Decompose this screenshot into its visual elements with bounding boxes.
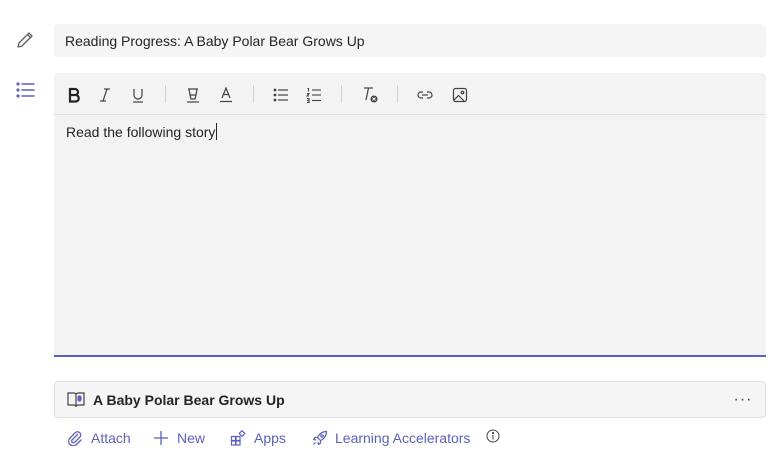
bulleted-list-icon xyxy=(14,79,36,101)
info-icon[interactable] xyxy=(486,429,500,443)
plus-icon xyxy=(152,429,170,447)
toolbar-divider xyxy=(253,85,254,103)
assignment-title-input[interactable]: Reading Progress: A Baby Polar Bear Grow… xyxy=(54,24,766,57)
instructions-text[interactable]: Read the following story xyxy=(66,123,218,140)
pencil-icon xyxy=(14,29,36,51)
font-color-icon[interactable] xyxy=(215,84,237,106)
resource-title: A Baby Polar Bear Grows Up xyxy=(93,392,285,408)
bulleted-list-icon[interactable] xyxy=(270,84,292,106)
attach-label: Attach xyxy=(91,430,131,446)
image-icon[interactable] xyxy=(449,84,471,106)
paperclip-icon xyxy=(66,429,84,447)
apps-icon xyxy=(229,429,247,447)
toolbar-divider xyxy=(397,85,398,103)
learning-accelerators-button[interactable]: Learning Accelerators xyxy=(310,428,470,448)
new-button[interactable]: New xyxy=(152,428,205,448)
clear-formatting-icon[interactable] xyxy=(359,84,381,106)
learning-accelerators-label: Learning Accelerators xyxy=(335,430,471,446)
reading-progress-icon xyxy=(66,390,86,410)
reading-progress-resource-card[interactable]: A Baby Polar Bear Grows Up ··· xyxy=(54,381,766,418)
underline-icon[interactable] xyxy=(127,84,149,106)
highlight-icon[interactable] xyxy=(182,84,204,106)
attach-button[interactable]: Attach xyxy=(66,428,131,448)
more-options-button[interactable]: ··· xyxy=(731,388,755,412)
apps-button[interactable]: Apps xyxy=(229,428,286,448)
link-icon[interactable] xyxy=(414,84,436,106)
bold-icon[interactable] xyxy=(63,84,85,106)
rocket-icon xyxy=(310,429,328,447)
numbered-list-icon[interactable] xyxy=(303,84,325,106)
instructions-editor[interactable]: Read the following story xyxy=(54,73,766,357)
assignment-title-text: Reading Progress: A Baby Polar Bear Grow… xyxy=(65,32,365,49)
instructions-body: Read the following story xyxy=(66,123,216,140)
formatting-toolbar xyxy=(54,73,766,115)
new-label: New xyxy=(177,430,206,446)
text-caret xyxy=(216,123,218,140)
toolbar-divider xyxy=(341,85,342,103)
toolbar-divider xyxy=(165,85,166,103)
apps-label: Apps xyxy=(254,430,286,446)
italic-icon[interactable] xyxy=(94,84,116,106)
